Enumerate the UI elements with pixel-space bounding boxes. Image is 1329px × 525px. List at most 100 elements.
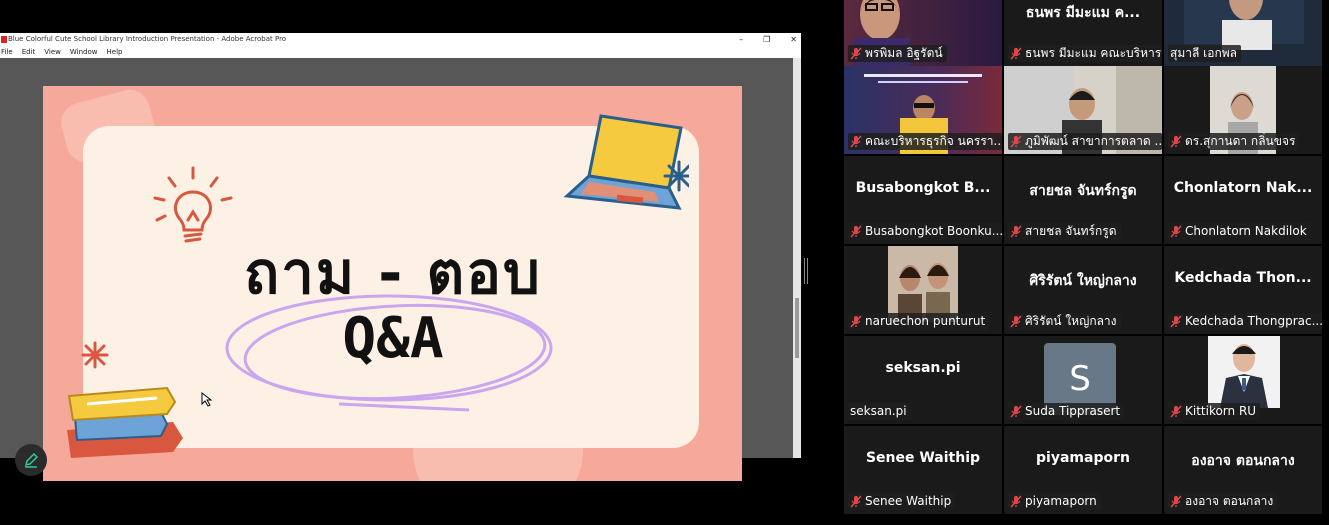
participant-name: สายชล จันทร์กรูด [1029,183,1137,199]
participant-label: Busabongkot Boonku... [848,223,1002,240]
participant-name: องอาจ ตอนกลาง [1191,453,1295,469]
participant-tile[interactable]: Busabongkot B... Busabongkot Boonku... [844,156,1002,244]
acrobat-app-icon [1,36,7,43]
participant-label: สายชล จันทร์กรูด [1008,223,1121,240]
participant-label: ธนพร มีมะแม คณะบริหาร... [1008,45,1162,62]
participant-tile[interactable]: คณะบริหารธุรกิจ นครรา... [844,66,1002,154]
participant-label-text: สายชล จันทร์กรูด [1025,224,1117,238]
document-area: ถาม - ตอบ Q&A [0,58,801,481]
slide: ถาม - ตอบ Q&A [43,86,742,481]
participant-label-text: ศิริรัตน์ ใหญ่กลาง [1025,314,1117,328]
meeting-window: Blue Colorful Cute School Library Introd… [0,0,1329,525]
menu-view[interactable]: View [44,46,61,58]
document-scrollbar[interactable] [793,58,801,458]
mic-muted-icon [1010,135,1022,148]
participant-tile[interactable]: piyamaporn piyamaporn [1004,426,1162,514]
split-view-handle[interactable] [804,258,808,284]
mouse-cursor-icon [201,392,213,407]
mic-muted-icon [850,225,862,238]
participant-label: piyamaporn [1008,493,1101,510]
mic-muted-icon [1010,315,1022,328]
participant-label: seksan.pi [848,403,911,420]
participant-label-text: สุมาลี เอกพล [1170,46,1237,60]
books-icon [67,386,183,458]
participant-label-text: piyamaporn [1025,494,1097,508]
participant-label-text: ดร.สุกานดา กลิ่นขจร [1185,134,1296,148]
participant-label-text: Senee Waithip [865,494,952,508]
participant-label-text: ภูมิพัฒน์ สาขาการตลาด ... [1025,134,1162,148]
participant-tile[interactable]: ภูมิพัฒน์ สาขาการตลาด ... [1004,66,1162,154]
participant-label: Kittikorn RU [1168,403,1261,420]
laptop-icon [563,114,689,210]
minimize-button[interactable]: – [739,33,743,46]
participant-tile[interactable]: seksan.pi seksan.pi [844,336,1002,424]
mic-muted-icon [1170,225,1182,238]
acrobat-title-bar: Blue Colorful Cute School Library Introd… [0,33,801,46]
participant-tile[interactable]: ธนพร มีมะแม ค... ธนพร มีมะแม คณะบริหาร... [1004,0,1162,66]
participant-label: Chonlatorn Nakdilok [1168,223,1311,240]
mic-muted-icon [1010,225,1022,238]
participant-tile[interactable]: Kedchada Thon... Kedchada Thongprac... [1164,246,1322,334]
participant-label: ดร.สุกานดา กลิ่นขจร [1168,133,1300,150]
participant-name: Busabongkot B... [855,180,991,196]
window-controls: – ❐ ✕ [739,33,797,46]
participant-label-text: Kittikorn RU [1185,404,1257,418]
mic-muted-icon [1010,495,1022,508]
participant-tile[interactable]: ศิริรัตน์ ใหญ่กลาง ศิริรัตน์ ใหญ่กลาง [1004,246,1162,334]
participant-label-text: Kedchada Thongprac... [1185,314,1322,328]
mic-muted-icon [850,135,862,148]
participant-label-text: Suda Tipprasert [1025,404,1121,418]
annotate-button[interactable] [15,444,47,476]
mic-muted-icon [1170,405,1182,418]
participant-tile[interactable]: ดร.สุกานดา กลิ่นขจร [1164,66,1322,154]
participant-label-text: seksan.pi [850,404,907,418]
participant-label: ภูมิพัฒน์ สาขาการตลาด ... [1008,133,1162,150]
mic-muted-icon [850,495,862,508]
participant-label-text: Busabongkot Boonku... [865,224,1002,238]
participant-tile[interactable]: Chonlatorn Nak... Chonlatorn Nakdilok [1164,156,1322,244]
participant-label-text: องอาจ ตอนกลาง [1185,494,1274,508]
participant-label-text: พรพิมล อิฐรัตน์ [865,46,943,60]
participant-tile[interactable]: S Suda Tipprasert [1004,336,1162,424]
menu-window[interactable]: Window [70,46,98,58]
menu-help[interactable]: Help [107,46,123,58]
participant-label: Senee Waithip [848,493,956,510]
shared-screen: Blue Colorful Cute School Library Introd… [0,33,801,481]
menu-file[interactable]: File [1,46,13,58]
participant-tile[interactable]: สุมาลี เอกพล [1164,0,1322,66]
scrollbar-thumb[interactable] [795,298,799,358]
asterisk-icon [81,341,109,369]
maximize-button[interactable]: ❐ [763,33,770,46]
participant-tile[interactable]: Senee Waithip Senee Waithip [844,426,1002,514]
participant-name: ศิริรัตน์ ใหญ่กลาง [1029,273,1137,289]
participant-label: Suda Tipprasert [1008,403,1125,420]
mic-muted-icon [1170,135,1182,148]
menu-edit[interactable]: Edit [22,46,36,58]
close-button[interactable]: ✕ [790,33,797,46]
participant-label-text: naruechon punturut [865,314,986,328]
participant-name: Kedchada Thon... [1174,270,1312,286]
participant-tile[interactable]: naruechon punturut [844,246,1002,334]
mic-muted-icon [1170,315,1182,328]
participant-label: ศิริรัตน์ ใหญ่กลาง [1008,313,1121,330]
acrobat-menu-bar: File Edit View Window Help [0,46,801,58]
participant-name: ธนพร มีมะแม ค... [1025,5,1141,21]
participant-label: คณะบริหารธุรกิจ นครรา... [848,133,1002,150]
participant-tile[interactable]: สายชล จันทร์กรูด สายชล จันทร์กรูด [1004,156,1162,244]
mic-muted-icon [1010,47,1022,60]
participant-tile[interactable]: องอาจ ตอนกลาง องอาจ ตอนกลาง [1164,426,1322,514]
slide-title-qa: Q&A [342,306,444,371]
participant-name: Chonlatorn Nak... [1173,180,1313,196]
participant-label-text: Chonlatorn Nakdilok [1185,224,1307,238]
participant-name: Senee Waithip [865,450,981,466]
pencil-icon [24,452,39,468]
participant-label: naruechon punturut [848,313,990,330]
mic-muted-icon [850,315,862,328]
participant-tile[interactable]: Kittikorn RU [1164,336,1322,424]
participant-name: piyamaporn [1036,450,1130,466]
participant-tile[interactable]: พรพิมล อิฐรัตน์ [844,0,1002,66]
participant-label: สุมาลี เอกพล [1168,45,1241,62]
participant-name: seksan.pi [885,360,961,376]
mic-muted-icon [1010,405,1022,418]
participant-label: องอาจ ตอนกลาง [1168,493,1278,510]
